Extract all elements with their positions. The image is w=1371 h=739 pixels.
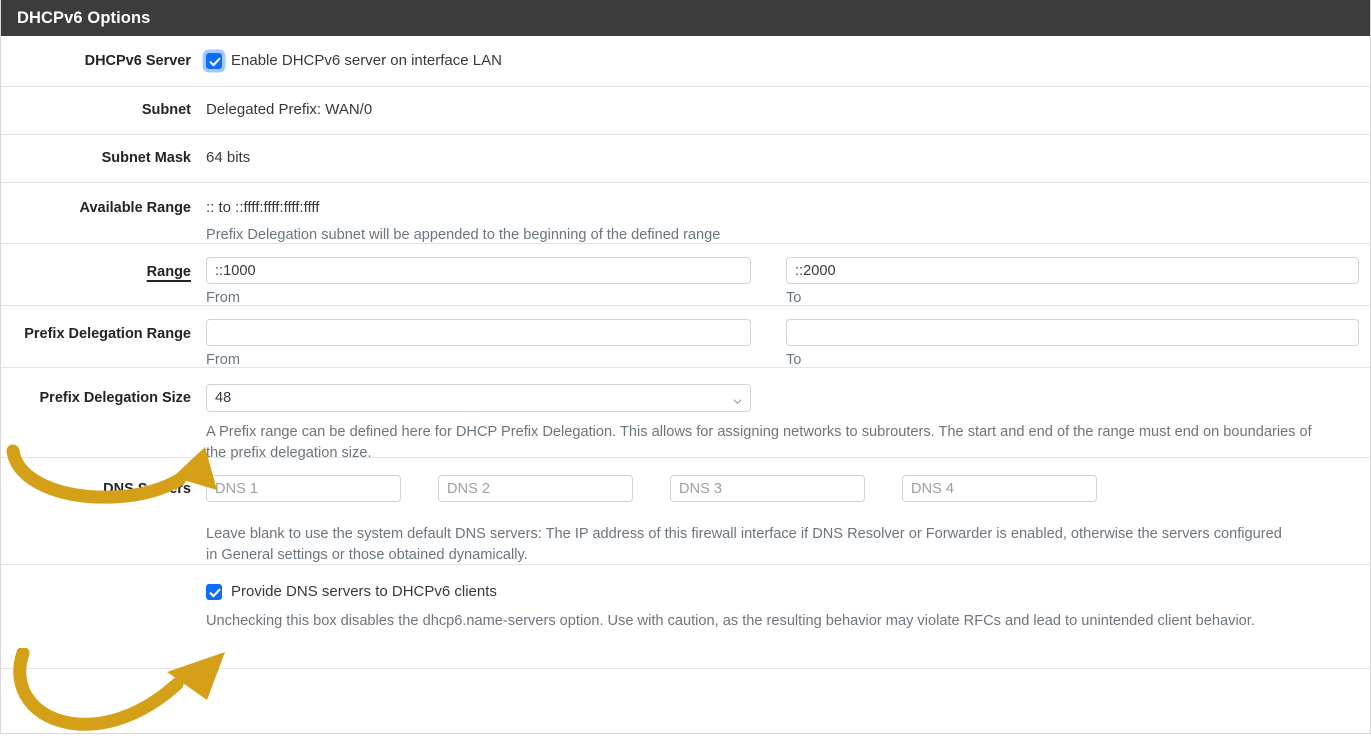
- provide-dns-checkbox-group[interactable]: Provide DNS servers to DHCPv6 clients: [206, 582, 1359, 602]
- label-range: Range: [1, 257, 206, 282]
- label-prefix-delegation-size: Prefix Delegation Size: [39, 390, 192, 406]
- row-dhcpv6-server: DHCPv6 Server Enable DHCPv6 server on in…: [1, 36, 1370, 87]
- enable-dhcpv6-server-checkbox[interactable]: [206, 53, 222, 69]
- row-provide-dns: Provide DNS servers to DHCPv6 clients Un…: [1, 565, 1370, 669]
- dhcpv6-server-checkbox-group[interactable]: Enable DHCPv6 server on interface LAN: [206, 51, 1359, 71]
- dns-3-input[interactable]: [670, 475, 865, 502]
- dns-4-input[interactable]: [902, 475, 1097, 502]
- label-subnet: Subnet: [141, 102, 191, 119]
- label-prefix-delegation-range: Prefix Delegation Range: [24, 326, 191, 342]
- dhcpv6-options-panel: DHCPv6 Options DHCPv6 Server Enable DHCP…: [0, 0, 1371, 734]
- label-subnet-mask: Subnet Mask: [101, 150, 191, 167]
- dns-1-input[interactable]: [206, 475, 401, 502]
- range-to-input[interactable]: [786, 257, 1359, 284]
- row-subnet: Subnet Delegated Prefix: WAN/0: [1, 87, 1370, 135]
- label-dns-servers: DNS Servers: [103, 481, 191, 497]
- row-dns-servers: DNS Servers Leave blank to use the syste…: [1, 458, 1370, 565]
- row-subnet-mask: Subnet Mask 64 bits: [1, 135, 1370, 183]
- prefix-delegation-range-to-input[interactable]: [786, 319, 1359, 346]
- page-title: DHCPv6 Options: [17, 8, 151, 27]
- row-range: Range From To: [1, 244, 1370, 306]
- label-available-range: Available Range: [79, 200, 191, 216]
- subnet-value: Delegated Prefix: WAN/0: [206, 101, 373, 119]
- dns-2-input[interactable]: [438, 475, 633, 502]
- provide-dns-checkbox[interactable]: [206, 583, 222, 600]
- label-dhcpv6-server: DHCPv6 Server: [84, 52, 191, 69]
- range-from-input[interactable]: [206, 257, 751, 284]
- provide-dns-help: Unchecking this box disables the dhcp6.n…: [206, 612, 1255, 629]
- prefix-delegation-size-select-wrap[interactable]: 48: [206, 384, 751, 412]
- row-prefix-delegation-size: Prefix Delegation Size 48 A Prefix range…: [1, 368, 1370, 461]
- prefix-delegation-range-from-input[interactable]: [206, 319, 751, 346]
- provide-dns-label: Provide DNS servers to DHCPv6 clients: [231, 583, 497, 600]
- available-range-value: :: to ::ffff:ffff:ffff:ffff: [206, 199, 320, 216]
- dns-servers-help: Leave blank to use the system default DN…: [206, 526, 1282, 564]
- panel-header: DHCPv6 Options: [1, 0, 1370, 36]
- row-available-range: Available Range :: to ::ffff:ffff:ffff:f…: [1, 183, 1370, 244]
- subnet-mask-value: 64 bits: [206, 149, 251, 167]
- enable-dhcpv6-server-label: Enable DHCPv6 server on interface LAN: [231, 52, 502, 70]
- label-range-text: Range: [146, 264, 191, 280]
- row-prefix-delegation-range: Prefix Delegation Range From To: [1, 306, 1370, 368]
- prefix-delegation-size-select[interactable]: 48: [206, 384, 751, 412]
